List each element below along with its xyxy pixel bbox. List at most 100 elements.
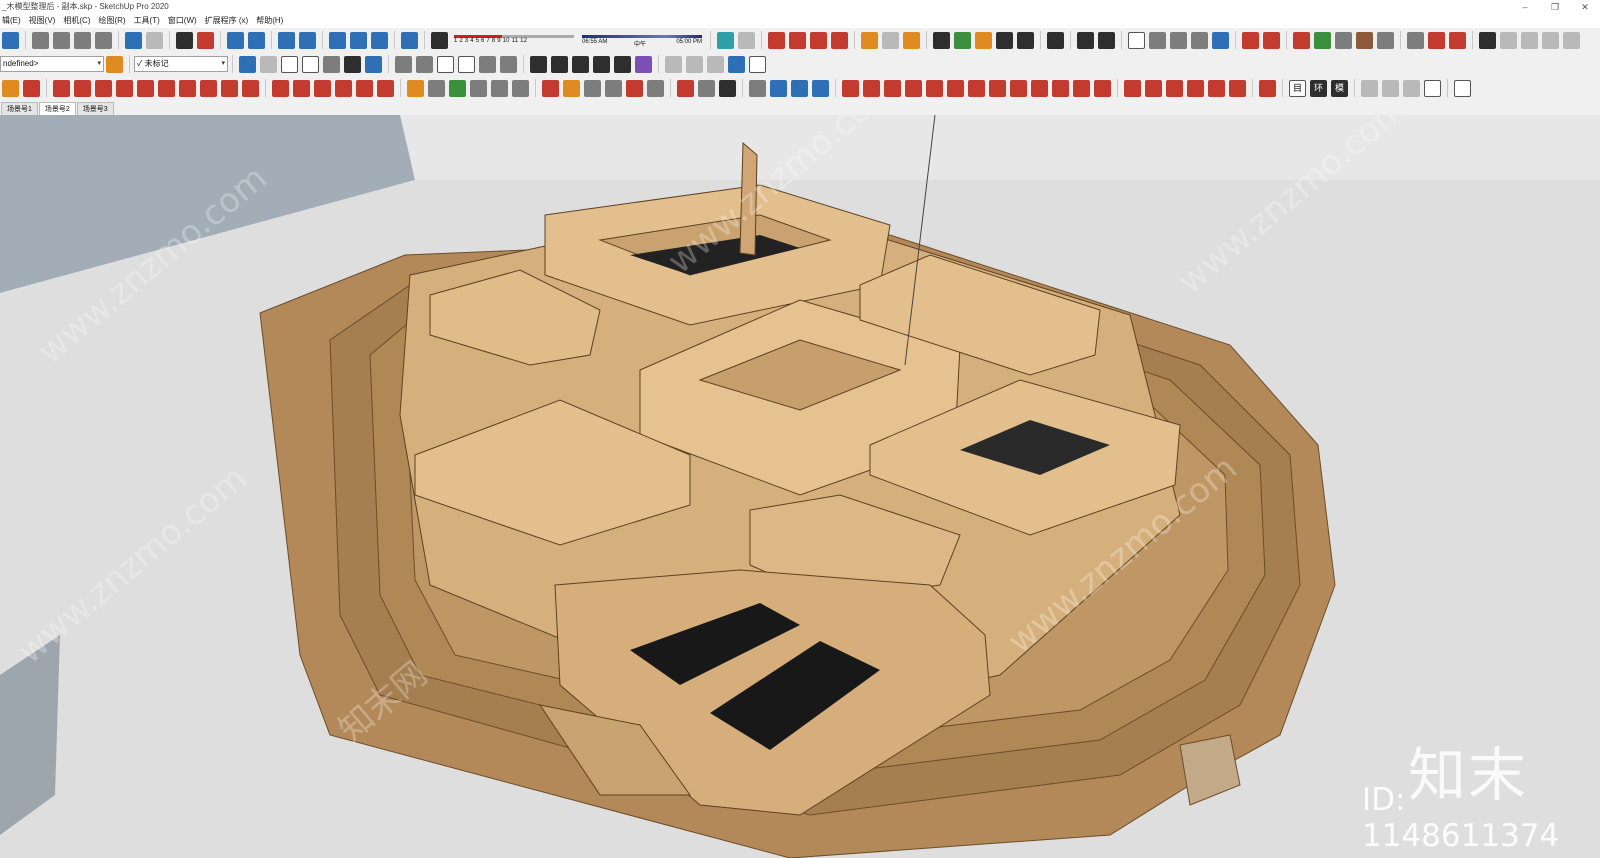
style-textured-icon[interactable] (344, 55, 361, 73)
cube-wire-icon[interactable] (1128, 31, 1145, 49)
checker-icon[interactable] (996, 31, 1013, 49)
layer-select[interactable]: ndefined> ▾ (0, 56, 104, 72)
plugin-tool-13-icon[interactable] (1094, 79, 1111, 97)
add-circle-icon[interactable] (933, 31, 950, 49)
dimension-icon[interactable] (428, 79, 445, 97)
undo-icon[interactable] (125, 31, 142, 49)
view-front-icon[interactable] (437, 55, 454, 73)
view-right-icon[interactable] (458, 55, 475, 73)
plugin-tool-12-icon[interactable] (1073, 79, 1090, 97)
section-plane-icon[interactable] (665, 55, 682, 73)
freehand-icon[interactable] (74, 79, 91, 97)
plugin-brown-icon[interactable] (1356, 31, 1373, 49)
plugin-tool-10-icon[interactable] (1031, 79, 1048, 97)
dot-icon[interactable] (1361, 79, 1378, 97)
scene-tab-3[interactable]: 场景号3 (76, 102, 114, 115)
cut-icon[interactable] (32, 31, 49, 49)
plugin-tool-9-icon[interactable] (1010, 79, 1027, 97)
scene-tab-1[interactable]: 场景号1 (1, 102, 38, 115)
sandbox-3-icon[interactable] (812, 79, 829, 97)
print-icon[interactable] (176, 31, 193, 49)
ruby-icon-3[interactable] (810, 31, 827, 49)
shadow-time-slider[interactable]: 06:55 AM 中午 05:00 PM (582, 32, 702, 48)
plugin-orange-icon[interactable] (861, 31, 878, 49)
zoom-extents-icon[interactable] (626, 79, 643, 97)
text-icon[interactable] (470, 79, 487, 97)
layer-manager-icon[interactable] (106, 55, 123, 73)
section-fill-icon[interactable] (728, 55, 745, 73)
component-4-icon[interactable] (593, 55, 610, 73)
menu-extensions[interactable]: 扩展程序 (x) (203, 14, 255, 28)
menu-view[interactable]: 视图(V) (27, 14, 62, 28)
scale-icon[interactable] (356, 79, 373, 97)
plugin-lite-4-icon[interactable] (1563, 31, 1580, 49)
offset-icon[interactable] (377, 79, 394, 97)
copy-icon[interactable] (53, 31, 70, 49)
pie-icon[interactable] (242, 79, 259, 97)
plugin-tool-15-icon[interactable] (1145, 79, 1162, 97)
style-hidden-line-icon[interactable] (302, 55, 319, 73)
model-viewport[interactable]: www.znzmo.com www.znzmo.com www.znzmo.co… (0, 115, 1600, 858)
circle-icon[interactable] (137, 79, 154, 97)
arc-icon[interactable] (179, 79, 196, 97)
cloud-outline-icon[interactable] (1170, 31, 1187, 49)
zoom-icon[interactable] (584, 79, 601, 97)
follow-me-icon[interactable] (335, 79, 352, 97)
plugin-tool-18-icon[interactable] (1208, 79, 1225, 97)
shadow-month-slider[interactable]: 1 2 3 4 5 6 7 8 9 10 11 12 (454, 32, 574, 48)
compass-icon[interactable] (401, 31, 418, 49)
menu-camera[interactable]: 相机(C) (61, 14, 96, 28)
link-plus-icon[interactable] (1191, 31, 1208, 49)
view-top-icon[interactable] (416, 55, 433, 73)
menu-window[interactable]: 窗口(W) (166, 14, 203, 28)
orbit-icon[interactable] (542, 79, 559, 97)
look-around-icon[interactable] (698, 79, 715, 97)
view-left-icon[interactable] (500, 55, 517, 73)
section-plane-tool-icon[interactable] (749, 79, 766, 97)
ruby-icon-1[interactable] (768, 31, 785, 49)
component-3-icon[interactable] (572, 55, 589, 73)
plugin-lite-3-icon[interactable] (1542, 31, 1559, 49)
plugin-red-1-icon[interactable] (1242, 31, 1259, 49)
ruby-icon-4[interactable] (831, 31, 848, 49)
ring-text-icon[interactable]: 环 (1310, 79, 1327, 97)
sandbox-1-icon[interactable] (770, 79, 787, 97)
plugin-red-4-icon[interactable] (1428, 31, 1445, 49)
ruby-icon-2[interactable] (789, 31, 806, 49)
line-icon[interactable] (53, 79, 70, 97)
plugin-tool-16-icon[interactable] (1166, 79, 1183, 97)
cloud-sync-icon[interactable] (299, 31, 316, 49)
menu-tools[interactable]: 工具(T) (132, 14, 166, 28)
plugin-lite-2-icon[interactable] (1521, 31, 1538, 49)
lamp-icon[interactable] (1382, 79, 1399, 97)
tag-select[interactable]: ✓ 未标记 ▾ (134, 56, 228, 72)
model-text-icon[interactable]: 模 (1331, 79, 1348, 97)
view-iso-icon[interactable] (395, 55, 412, 73)
scene-tab-2[interactable]: 场景号2 (38, 102, 76, 115)
hide-icon[interactable] (1454, 79, 1471, 97)
tape-measure-icon[interactable] (407, 79, 424, 97)
previous-view-icon[interactable] (647, 79, 664, 97)
style-xray-icon[interactable] (239, 55, 256, 73)
section-cut-icon[interactable] (707, 55, 724, 73)
3d-text-icon[interactable] (512, 79, 529, 97)
plugin-tool-14-icon[interactable] (1124, 79, 1141, 97)
component-2-icon[interactable] (551, 55, 568, 73)
menu-edit[interactable]: 辑(E) (0, 14, 27, 28)
color-wheel-icon[interactable] (1212, 31, 1229, 49)
move-icon[interactable] (272, 79, 289, 97)
paste-icon[interactable] (74, 31, 91, 49)
cloud-upload-icon[interactable] (278, 31, 295, 49)
style-shaded-icon[interactable] (323, 55, 340, 73)
plugin-tool-3-icon[interactable] (884, 79, 901, 97)
plugin-gray-2-icon[interactable] (1377, 31, 1394, 49)
plugin-lite-1-icon[interactable] (1500, 31, 1517, 49)
pan-icon[interactable] (563, 79, 580, 97)
mail-icon[interactable] (1077, 31, 1094, 49)
rectangle-icon[interactable] (95, 79, 112, 97)
plugin-tool-1-icon[interactable] (842, 79, 859, 97)
zoom-window-icon[interactable] (605, 79, 622, 97)
info-icon[interactable] (1098, 31, 1115, 49)
plugin-tool-11-icon[interactable] (1052, 79, 1069, 97)
polygon-icon[interactable] (158, 79, 175, 97)
